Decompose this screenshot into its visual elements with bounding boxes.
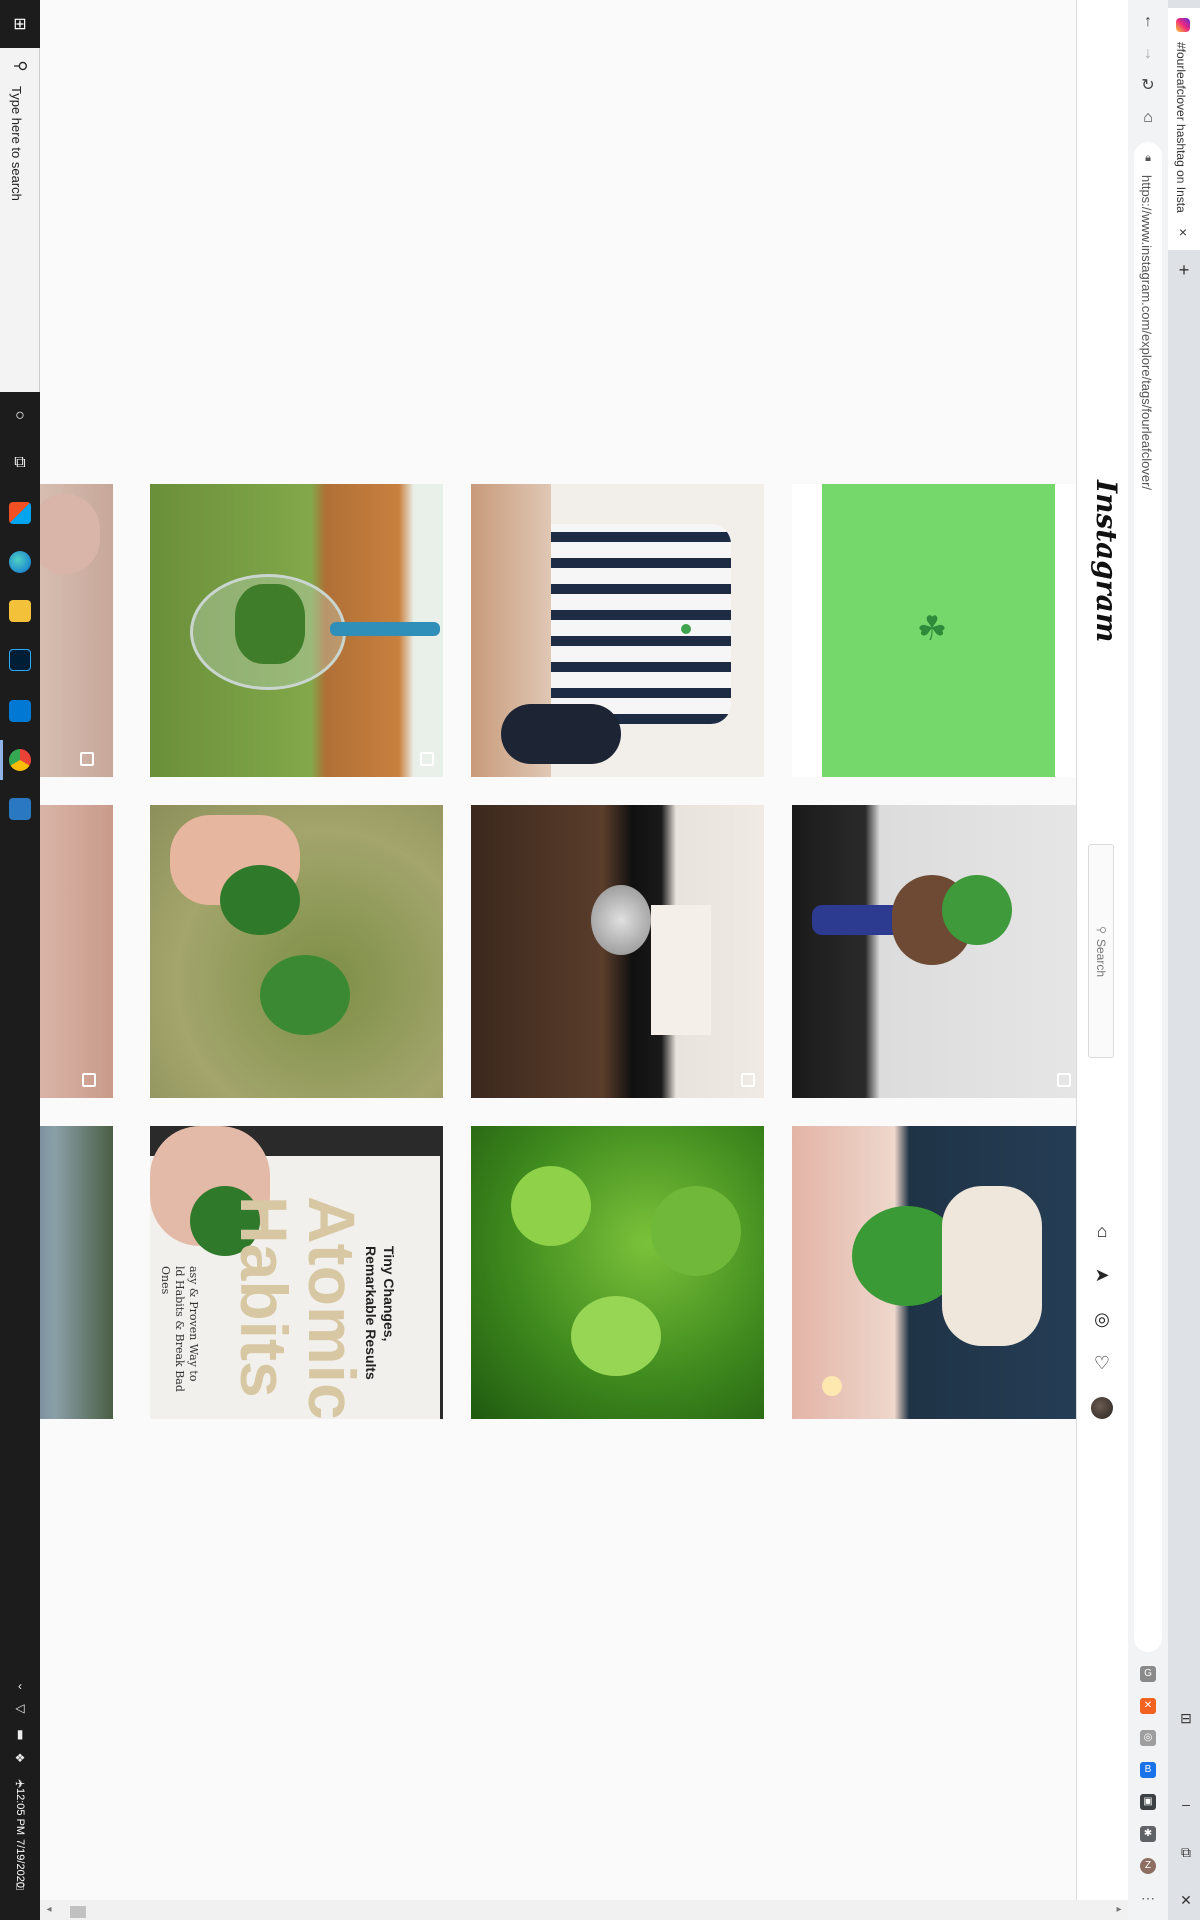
- scrollbar-thumb[interactable]: [70, 1906, 86, 1918]
- posts-grid: ☘ Tiny Changes, Remarkable Results Atomic…: [40, 0, 1076, 1920]
- home-browser-icon[interactable]: ⌂: [1136, 106, 1160, 130]
- book-subtitle: asy & Proven Way to ld Habits & Break Bad…: [159, 1266, 200, 1392]
- tab-title: #fourleafclover hashtag on Insta: [1174, 42, 1188, 213]
- restore-icon[interactable]: ⧉: [1176, 1842, 1196, 1862]
- taskbar-search-placeholder: Type here to search: [9, 86, 24, 201]
- post-tile[interactable]: ☘: [792, 484, 1076, 777]
- clover-icon: ☘: [916, 610, 948, 648]
- dropbox-icon[interactable]: ❖: [10, 1748, 30, 1768]
- post-tile[interactable]: Tiny Changes, Remarkable Results Atomic Ha…: [150, 1126, 443, 1419]
- cortana-icon[interactable]: ○: [0, 396, 40, 436]
- url-text[interactable]: https://www.instagram.com/explore/tags/f…: [1139, 175, 1154, 490]
- post-tile[interactable]: [150, 484, 443, 777]
- tray-chevron-icon[interactable]: ‹: [10, 1676, 30, 1696]
- clock-time: 12:05 PM: [14, 1787, 26, 1836]
- tab-strip: [1168, 0, 1200, 1920]
- windows-start-icon[interactable]: ⊞: [0, 4, 40, 44]
- puzzle-icon[interactable]: ✱: [1140, 1826, 1156, 1842]
- search-icon: ⚲: [12, 60, 29, 72]
- menu-icon[interactable]: ⋯: [1140, 1890, 1156, 1906]
- edge-icon[interactable]: [9, 551, 31, 573]
- azure-icon[interactable]: [9, 700, 31, 722]
- explore-icon[interactable]: ◎: [1090, 1307, 1114, 1331]
- lock-icon[interactable]: 🔒︎: [1141, 152, 1155, 166]
- post-tile[interactable]: [40, 805, 113, 1098]
- orange-ext-icon[interactable]: ✕: [1140, 1698, 1156, 1714]
- activity-heart-icon[interactable]: ♡: [1090, 1351, 1114, 1375]
- taskbar-search[interactable]: ⚲ Type here to search: [0, 48, 40, 392]
- battery-icon[interactable]: ▮: [10, 1724, 30, 1744]
- post-tile[interactable]: [150, 805, 443, 1098]
- tab-search-icon[interactable]: ⊟: [1176, 1708, 1196, 1728]
- settings-app-icon[interactable]: [9, 798, 31, 820]
- store-icon[interactable]: [9, 502, 31, 524]
- profile-z-icon[interactable]: Z: [1140, 1858, 1156, 1874]
- post-tile[interactable]: [792, 805, 1076, 1098]
- post-tile[interactable]: [40, 484, 113, 777]
- close-tab-icon[interactable]: ×: [1175, 224, 1191, 240]
- multiple-photos-icon: [80, 752, 94, 766]
- scroll-right-icon[interactable]: ▸: [1112, 1902, 1126, 1918]
- screen-ext-icon[interactable]: ▣: [1140, 1794, 1156, 1810]
- horizontal-scrollbar[interactable]: [40, 1900, 1128, 1920]
- back-icon[interactable]: ↑: [1136, 10, 1160, 34]
- task-view-icon[interactable]: ⧉: [0, 443, 40, 483]
- search-box[interactable]: ⚲: [1088, 844, 1114, 1058]
- multiple-photos-icon: [1057, 1073, 1071, 1087]
- forward-icon[interactable]: ↓: [1136, 42, 1160, 66]
- search-icon: ⚲: [1095, 925, 1107, 935]
- chrome-active-indicator: [0, 740, 3, 780]
- multiple-photos-icon: [420, 752, 434, 766]
- instagram-favicon-icon: [1176, 18, 1190, 32]
- post-tile[interactable]: [471, 805, 764, 1098]
- new-tab-button[interactable]: +: [1174, 260, 1194, 280]
- chrome-icon[interactable]: [9, 749, 31, 771]
- direct-icon[interactable]: ➤: [1090, 1263, 1114, 1287]
- minimize-icon[interactable]: –: [1176, 1794, 1196, 1814]
- post-tile[interactable]: [792, 1126, 1076, 1419]
- post-tile[interactable]: [471, 1126, 764, 1419]
- reload-icon[interactable]: ↻: [1136, 74, 1160, 98]
- home-icon[interactable]: ⌂: [1090, 1219, 1114, 1243]
- volume-icon[interactable]: ◁: [10, 1698, 30, 1718]
- post-tile[interactable]: [40, 1126, 113, 1419]
- profile-avatar[interactable]: [1091, 1397, 1113, 1419]
- book-big-title: Atomic Habits: [227, 1196, 369, 1419]
- post-tile[interactable]: [471, 484, 764, 777]
- photoshop-icon[interactable]: [9, 649, 31, 671]
- file-explorer-icon[interactable]: [9, 600, 31, 622]
- scroll-left-icon[interactable]: ◂: [42, 1902, 56, 1918]
- notifications-icon[interactable]: □: [10, 1876, 30, 1896]
- grammarly-ext-icon[interactable]: G: [1140, 1666, 1156, 1682]
- taskbar-clock[interactable]: 12:05 PM 7/19/2020: [2, 1788, 38, 1888]
- blue-ext-icon[interactable]: B: [1140, 1762, 1156, 1778]
- multiple-photos-icon: [82, 1073, 96, 1087]
- close-window-icon[interactable]: ✕: [1176, 1890, 1196, 1910]
- multiple-photos-icon: [741, 1073, 755, 1087]
- search-input[interactable]: [1092, 939, 1110, 999]
- grey-ext-icon[interactable]: ◎: [1140, 1730, 1156, 1746]
- instagram-logo[interactable]: Instagram: [1090, 480, 1123, 642]
